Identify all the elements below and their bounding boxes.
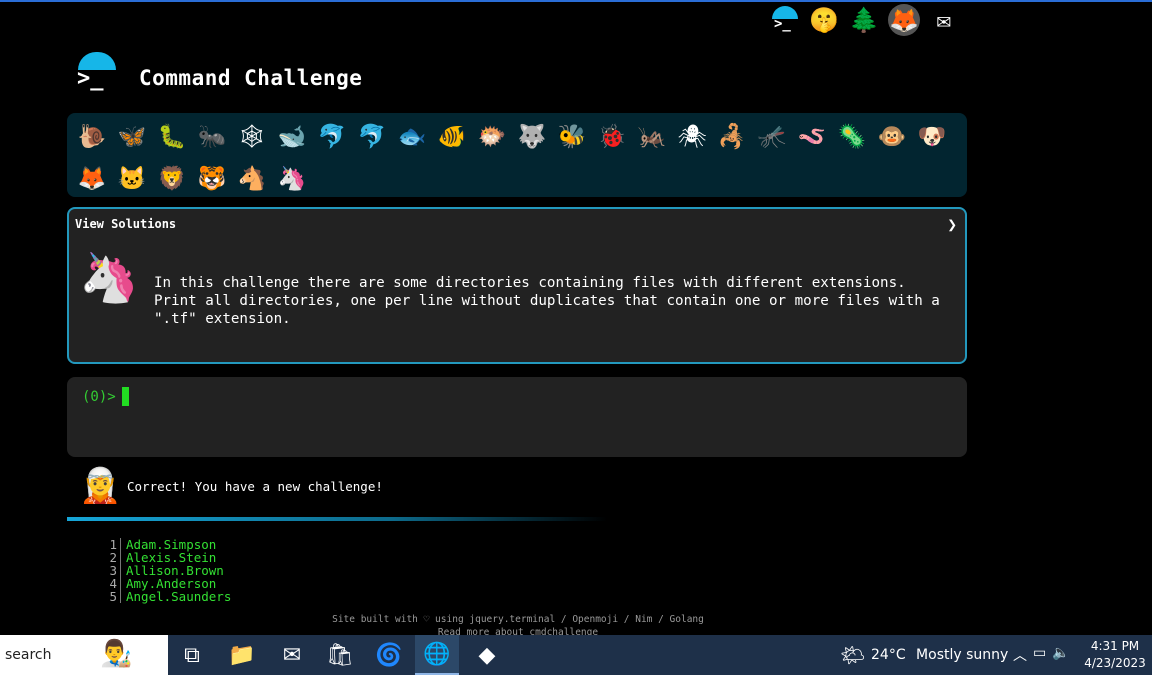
challenge-animal-panel: 🐌 🦋 🐛 🐜 🕸 🐋 🐬 🐬 🐟 🐠 🐡 🐺 🐝 🐞 🦗 🕷 🦂 🦟 🪱 🦠 🐵 🐶 🦊 🐱 🦁 🐯 🐴 🦄 [67,113,967,197]
command-output: 1 Adam.Simpson 2 Alexis.Stein 3 Allison.Brown… [99,538,231,603]
weather-description: Mostly sunny [916,647,1009,663]
challenge-animal-icon[interactable]: 🕸 [232,117,272,155]
challenge-animal-icon[interactable]: 🐛 [152,117,192,155]
challenge-animal-icon[interactable]: 🐋 [272,117,312,155]
result-message: Correct! You have a new challenge! [127,479,383,494]
line-separator [120,538,121,551]
weather-sun-icon[interactable]: 🌤 [840,643,865,667]
terminal-icon[interactable]: >_ [768,4,800,36]
output-line: 5 Angel.Saunders [99,590,231,603]
line-separator [120,564,121,577]
line-number: 5 [109,589,117,604]
terminal-input[interactable]: (0)> [67,377,967,457]
clock-date: 4/23/2023 [1084,656,1146,670]
taskbar-clock[interactable]: 4:31 PM 4/23/2023 [1084,638,1146,672]
chevron-right-icon[interactable]: ❯ [947,215,957,234]
file-explorer-icon[interactable]: 📁 [220,635,264,675]
challenge-animal-icon[interactable]: 🐱 [112,159,152,197]
weather-temperature: 24°C [871,647,906,663]
line-separator [120,577,121,590]
line-separator [120,590,121,603]
footer-credits: Site built with ♡ using jquery.terminal … [332,614,704,625]
taskbar-search-label: search [5,647,52,663]
mail-app-icon[interactable]: ✉ [270,635,314,675]
logo-prompt: >_ [77,66,104,91]
challenge-animal-icon[interactable]: 🦊 [72,159,112,197]
search-highlight-icon: 👨‍🎨 [100,639,133,669]
output-directory: Angel.Saunders [126,589,232,604]
clock-time: 4:31 PM [1090,639,1140,653]
challenge-animal-icon[interactable]: 🐜 [192,117,232,155]
taskbar-search-box[interactable]: search 👨‍🎨 [0,635,168,675]
challenge-animal-icon[interactable]: 🐬 [312,117,352,155]
challenge-animal-icon[interactable]: 🦁 [152,159,192,197]
shushing-face-icon[interactable]: 🤫 [808,4,840,36]
elf-icon: 🧝 [79,466,122,506]
challenge-animal-icon[interactable]: 🐶 [912,117,952,155]
challenge-animal-icon[interactable]: 🐴 [232,159,272,197]
challenge-animal-icon[interactable]: 🦠 [832,117,872,155]
challenge-box: View Solutions ❯ 🦄 In this challenge the… [67,207,967,364]
challenge-animal-icon[interactable]: 🦟 [752,117,792,155]
terminal-icon-prompt: >_ [774,16,791,32]
volume-icon[interactable]: 🔈 [1052,645,1069,665]
line-separator [120,551,121,564]
browser-top-edge [0,0,1152,2]
site-logo[interactable]: >_ [74,52,118,96]
animal-row-1: 🐌 🦋 🐛 🐜 🕸 🐋 🐬 🐬 🐟 🐠 🐡 🐺 🐝 🐞 🦗 🕷 🦂 🦟 🪱 🦠 🐵 🐶 [72,117,952,155]
chevron-up-icon[interactable]: ︿ [1013,645,1027,665]
challenge-description: In this challenge there are some directo… [154,275,940,327]
weather-widget[interactable]: 24°C Mostly sunny [871,647,1008,663]
challenge-animal-icon[interactable]: 🦗 [632,117,672,155]
terminal-cursor [122,387,129,406]
challenge-animal-icon[interactable]: 🐝 [552,117,592,155]
edge-icon[interactable]: 🌀 [367,635,411,675]
challenge-animal-icon[interactable]: 🐵 [872,117,912,155]
challenge-animal-icon[interactable]: 🐞 [592,117,632,155]
windows-taskbar: search 👨‍🎨 ⧉ 📁 ✉ 🛍 🌀 🌐 ◆ 🌤 24°C Mostly s… [0,635,1152,675]
meet-icon[interactable]: ▭ [1033,645,1046,665]
mail-icon[interactable]: ✉ [928,4,960,36]
challenge-animal-icon[interactable]: 🐌 [72,117,112,155]
challenge-animal-icon[interactable]: 🐬 [352,117,392,155]
challenge-animal-icon[interactable]: 🦋 [112,117,152,155]
terminal-prompt: (0)> [82,389,116,405]
challenge-animal-icon[interactable]: 🐠 [432,117,472,155]
animal-row-2: 🦊 🐱 🦁 🐯 🐴 🦄 [72,159,312,197]
view-solutions-toggle[interactable]: View Solutions [75,217,176,231]
challenge-animal-icon[interactable]: 🐯 [192,159,232,197]
top-icon-bar: >_ 🤫 🌲 🦊 ✉ [768,4,960,36]
tree-icon[interactable]: 🌲 [848,4,880,36]
challenge-animal-icon[interactable]: 🐡 [472,117,512,155]
system-tray: ︿ ▭ 🔈 [1013,645,1070,665]
store-icon[interactable]: 🛍 [318,635,362,675]
chrome-icon[interactable]: 🌐 [415,635,459,675]
page-title: Command Challenge [139,66,363,90]
task-view-icon[interactable]: ⧉ [170,635,214,675]
challenge-animal-icon[interactable]: 🦄 [272,159,312,197]
challenge-animal-icon[interactable]: 🐺 [512,117,552,155]
gitlab-icon[interactable]: 🦊 [888,4,920,36]
challenge-animal-icon[interactable]: 🦂 [712,117,752,155]
progress-divider [67,517,607,521]
unicorn-icon: 🦄 [79,250,139,306]
git-icon[interactable]: ◆ [465,635,509,675]
challenge-animal-icon[interactable]: 🐟 [392,117,432,155]
challenge-animal-icon[interactable]: 🕷 [672,117,712,155]
challenge-animal-icon[interactable]: 🪱 [792,117,832,155]
